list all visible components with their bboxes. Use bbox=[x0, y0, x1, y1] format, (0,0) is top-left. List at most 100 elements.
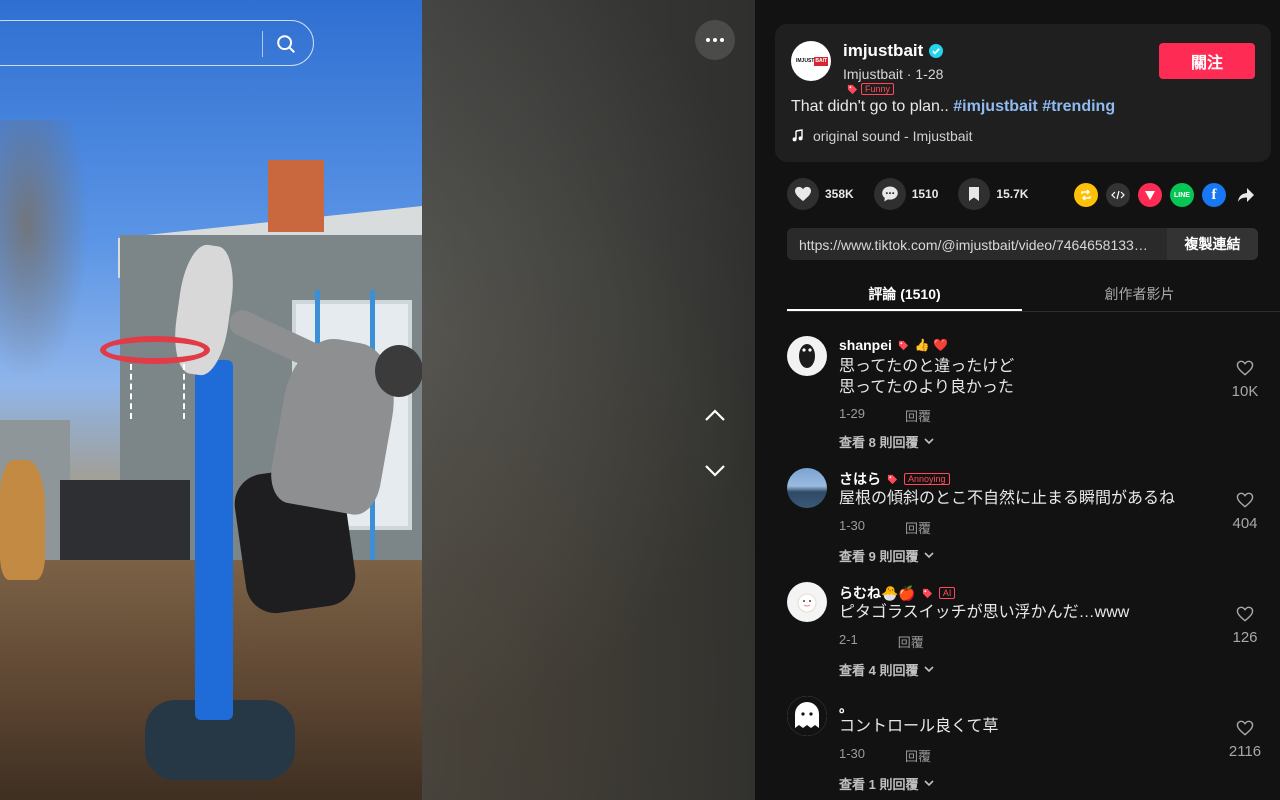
commenter-name[interactable]: さはら Annoying bbox=[839, 469, 950, 489]
character-avatar-icon bbox=[799, 344, 815, 368]
heart-outline-icon bbox=[1236, 720, 1254, 736]
repost-icon[interactable] bbox=[1074, 183, 1098, 207]
save-button[interactable]: 15.7K bbox=[958, 178, 1028, 210]
hoop-rim bbox=[100, 336, 210, 364]
comment-meta: 1-30 回覆 bbox=[839, 746, 931, 765]
comment-tag: AI bbox=[938, 587, 956, 599]
video-url[interactable]: https://www.tiktok.com/@imjustbait/video… bbox=[787, 228, 1167, 260]
comment-like-count: 404 bbox=[1232, 515, 1258, 532]
reply-button[interactable]: 回覆 bbox=[905, 518, 931, 537]
tree bbox=[0, 120, 90, 380]
comment-like-count: 2116 bbox=[1228, 743, 1262, 760]
send-to-friend-icon[interactable] bbox=[1138, 183, 1162, 207]
line-share-icon[interactable]: LINE bbox=[1170, 183, 1194, 207]
creator-username[interactable]: imjustbait bbox=[843, 41, 944, 61]
commenter-name[interactable]: 。 bbox=[839, 697, 853, 717]
post-caption: That didn't go to plan.. #imjustbait #tr… bbox=[791, 98, 1115, 116]
facebook-share-icon[interactable]: f bbox=[1202, 183, 1226, 207]
chevron-down-icon bbox=[924, 666, 935, 673]
tag-icon bbox=[887, 474, 898, 484]
tag-icon bbox=[847, 84, 858, 94]
next-video-button[interactable] bbox=[700, 456, 730, 486]
tag-label: Funny bbox=[861, 83, 895, 95]
chevron-down-icon bbox=[924, 780, 935, 787]
view-replies-label[interactable]: 查看 8 則回覆 bbox=[839, 432, 918, 451]
comment-list[interactable]: shanpei 👍 ❤️ 思ってたのと違ったけど 思ってたのより良かった 1-2… bbox=[787, 312, 1267, 800]
more-options-button[interactable] bbox=[695, 20, 735, 60]
comment-like-button[interactable]: 10K bbox=[1227, 360, 1263, 400]
creator-avatar[interactable]: IMJUST BAIT bbox=[791, 41, 831, 81]
comment-tag: Annoying bbox=[904, 473, 950, 485]
commenter-name[interactable]: らむね🐣🍎 AI bbox=[839, 583, 956, 603]
more-share-icon[interactable] bbox=[1234, 183, 1258, 207]
dot-icon bbox=[706, 38, 710, 42]
creator-subline: Imjustbait · 1-28 bbox=[843, 66, 944, 82]
view-replies-button[interactable]: 查看 1 則回覆 bbox=[839, 774, 935, 793]
copy-link-row: https://www.tiktok.com/@imjustbait/video… bbox=[787, 228, 1258, 260]
search-icon[interactable] bbox=[275, 33, 297, 55]
reply-button[interactable]: 回覆 bbox=[898, 632, 924, 651]
heart-outline-icon bbox=[1236, 492, 1254, 508]
comment-meta: 1-29 回覆 bbox=[839, 406, 931, 425]
share-arrow-glyph bbox=[1238, 188, 1254, 202]
video-player[interactable] bbox=[0, 0, 755, 800]
creator-logo: IMJUST BAIT bbox=[796, 56, 829, 66]
comment-date: 1-30 bbox=[839, 746, 866, 761]
commenter-avatar[interactable] bbox=[787, 696, 827, 736]
post-tag: Funny bbox=[847, 83, 895, 95]
chevron-down-icon bbox=[924, 438, 935, 445]
view-replies-button[interactable]: 查看 8 則回覆 bbox=[839, 432, 935, 451]
embed-glyph bbox=[1111, 190, 1125, 200]
commenter-avatar[interactable] bbox=[787, 336, 827, 376]
reply-button[interactable]: 回覆 bbox=[905, 406, 931, 425]
smiley-avatar-icon bbox=[797, 593, 817, 613]
comment-button[interactable]: 1510 bbox=[873, 178, 938, 210]
username-text[interactable]: imjustbait bbox=[843, 41, 923, 61]
hashtag-link[interactable]: #imjustbait bbox=[953, 98, 1037, 115]
comment-circle[interactable] bbox=[873, 178, 906, 210]
dot-icon bbox=[713, 38, 717, 42]
commenter-avatar[interactable] bbox=[787, 582, 827, 622]
tag-icon bbox=[922, 588, 932, 598]
music-link[interactable]: original sound - Imjustbait bbox=[791, 128, 973, 144]
commenter-name-text[interactable]: 。 bbox=[839, 697, 853, 717]
commenter-name-text[interactable]: さはら bbox=[839, 469, 881, 489]
chimney bbox=[268, 160, 324, 232]
comment-like-button[interactable]: 404 bbox=[1227, 492, 1263, 532]
tag-icon bbox=[898, 340, 908, 350]
embed-icon[interactable] bbox=[1106, 183, 1130, 207]
previous-video-button[interactable] bbox=[700, 400, 730, 430]
commenter-name-text[interactable]: らむね🐣🍎 bbox=[839, 583, 916, 603]
view-replies-label[interactable]: 查看 9 則回覆 bbox=[839, 546, 918, 565]
ghost-avatar-icon bbox=[787, 696, 827, 736]
view-replies-label[interactable]: 查看 1 則回覆 bbox=[839, 774, 918, 793]
post-info-card: IMJUST BAIT imjustbait Imjustbait · 1-28 … bbox=[775, 24, 1271, 162]
commenter-emojis: 👍 ❤️ bbox=[914, 338, 949, 352]
music-label[interactable]: original sound - Imjustbait bbox=[813, 128, 973, 144]
search-input[interactable] bbox=[0, 20, 314, 66]
comment-like-count: 126 bbox=[1232, 629, 1258, 646]
follow-button[interactable]: 關注 bbox=[1159, 43, 1255, 79]
hashtag-link[interactable]: #trending bbox=[1042, 98, 1115, 115]
like-circle[interactable] bbox=[787, 178, 819, 210]
tab-comments[interactable]: 評論 (1510) bbox=[787, 272, 1022, 311]
comment-like-button[interactable]: 126 bbox=[1227, 606, 1263, 646]
video-frame[interactable] bbox=[0, 0, 422, 800]
tab-creator-videos[interactable]: 創作者影片 bbox=[1022, 272, 1257, 311]
commenter-name[interactable]: shanpei 👍 ❤️ bbox=[839, 337, 948, 353]
commenter-name-text[interactable]: shanpei bbox=[839, 337, 892, 353]
comment-like-button[interactable]: 2116 bbox=[1227, 720, 1263, 760]
view-replies-button[interactable]: 查看 9 則回覆 bbox=[839, 546, 935, 565]
chevron-down-icon bbox=[705, 465, 725, 477]
comment-date: 1-29 bbox=[839, 406, 866, 421]
copy-link-button[interactable]: 複製連結 bbox=[1167, 228, 1258, 260]
commenter-avatar[interactable] bbox=[787, 468, 827, 508]
comment-text: コントロール良くて草 bbox=[839, 718, 999, 735]
view-replies-label[interactable]: 查看 4 則回覆 bbox=[839, 660, 918, 679]
like-button[interactable]: 358K bbox=[787, 178, 854, 210]
save-circle[interactable] bbox=[958, 178, 991, 210]
repost-glyph bbox=[1081, 189, 1091, 201]
reply-button[interactable]: 回覆 bbox=[905, 746, 931, 765]
comment-text: ピタゴラスイッチが思い浮かんだ…www bbox=[839, 604, 1130, 621]
view-replies-button[interactable]: 查看 4 則回覆 bbox=[839, 660, 935, 679]
